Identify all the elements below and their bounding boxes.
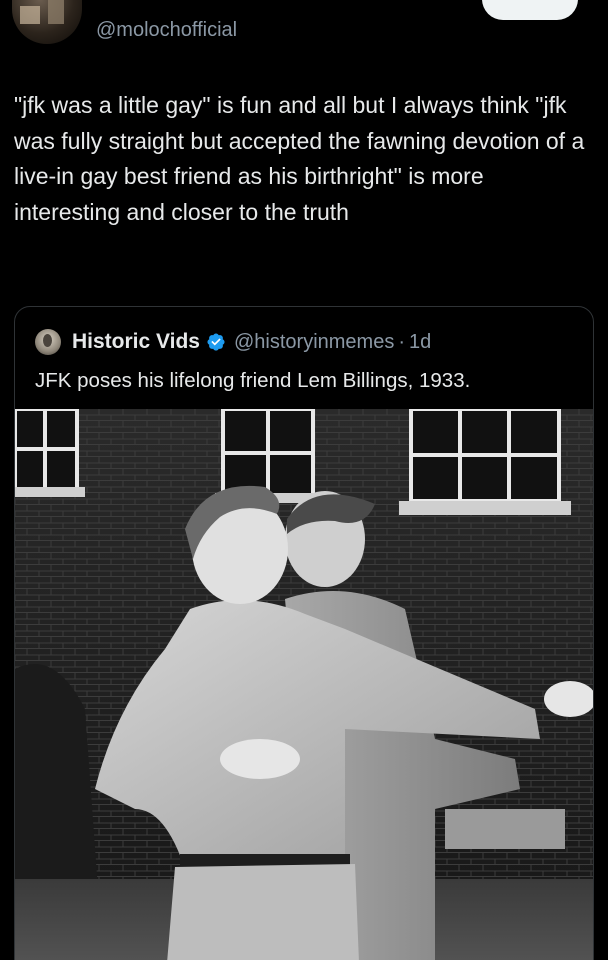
quoted-tweet-text: JFK poses his lifelong friend Lem Billin… xyxy=(35,369,471,392)
author-handle[interactable]: @molochofficial xyxy=(96,19,237,42)
tweet-header: @molochofficial xyxy=(0,0,608,60)
verified-badge-icon xyxy=(207,333,225,351)
quoted-author-avatar[interactable] xyxy=(35,329,61,355)
historic-photo[interactable] xyxy=(15,409,594,960)
quoted-timestamp[interactable]: 1d xyxy=(409,331,431,354)
quoted-tweet-card[interactable]: Historic Vids @historyinmemes · 1d JFK p… xyxy=(14,306,594,960)
tweet-body: "jfk was a little gay" is fun and all bu… xyxy=(14,92,585,225)
follow-button[interactable] xyxy=(482,0,578,20)
separator-dot: · xyxy=(398,330,406,353)
quoted-tweet-header: Historic Vids @historyinmemes · 1d xyxy=(35,329,431,355)
quoted-author-name[interactable]: Historic Vids xyxy=(72,330,200,354)
author-avatar[interactable] xyxy=(12,0,82,44)
quoted-author-handle[interactable]: @historyinmemes xyxy=(234,331,394,354)
